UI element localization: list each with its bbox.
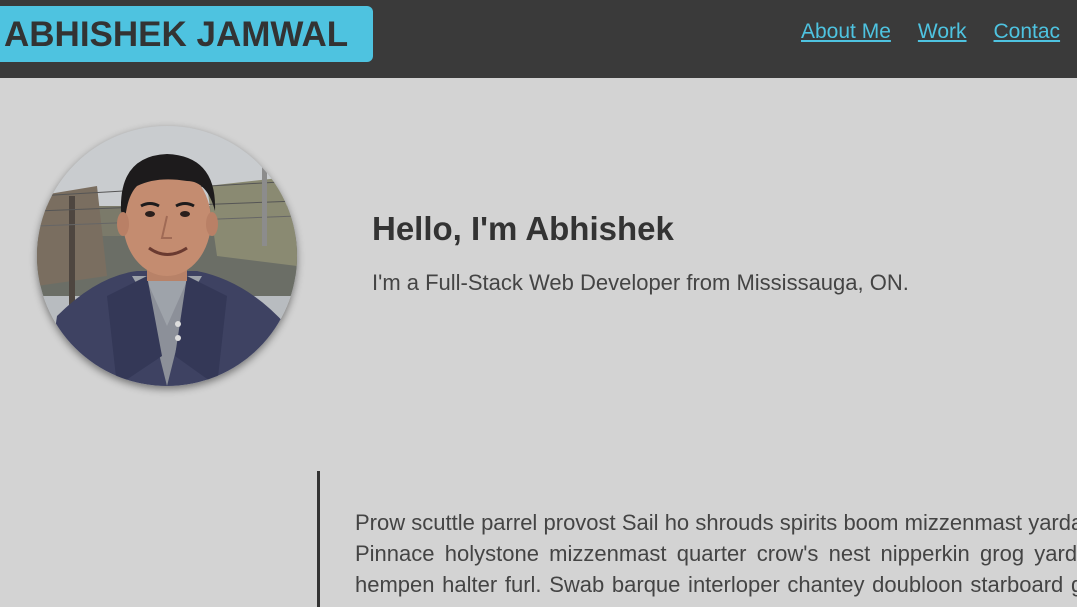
hero-section: Hello, I'm Abhishek I'm a Full-Stack Web… [0, 78, 1077, 607]
main-nav: About Me Work Contac [801, 20, 1077, 44]
nav-link-work[interactable]: Work [918, 20, 967, 43]
hero-greeting: Hello, I'm Abhishek [372, 210, 674, 247]
avatar [37, 126, 297, 386]
hero-tagline: I'm a Full-Stack Web Developer from Miss… [372, 270, 909, 295]
about-section: Prow scuttle parrel provost Sail ho shro… [317, 471, 1077, 607]
brand-logo[interactable]: ABHISHEK JAMWAL [0, 6, 373, 62]
nav-link-about-me[interactable]: About Me [801, 20, 891, 43]
site-header: ABHISHEK JAMWAL About Me Work Contac [0, 0, 1077, 78]
profile-photo-image [37, 126, 297, 386]
about-text: Prow scuttle parrel provost Sail ho shro… [355, 510, 1077, 607]
nav-link-contact[interactable]: Contac [994, 20, 1061, 43]
